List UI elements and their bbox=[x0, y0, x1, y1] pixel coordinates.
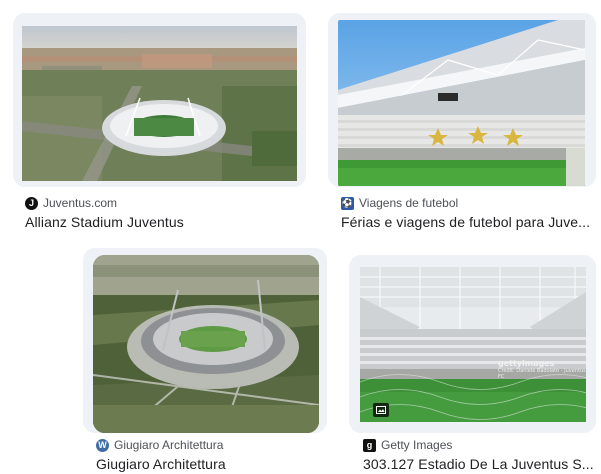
getty-icon: g bbox=[363, 438, 376, 452]
result-source[interactable]: J Juventus.com bbox=[25, 196, 117, 210]
result-thumbnail[interactable] bbox=[93, 255, 319, 433]
result-source[interactable]: ⚽ Viagens de futebol bbox=[341, 196, 458, 210]
result-title[interactable]: Férias e viagens de futebol para Juve... bbox=[341, 214, 596, 230]
source-name: Juventus.com bbox=[43, 196, 118, 210]
result-title[interactable]: Allianz Stadium Juventus bbox=[25, 214, 305, 230]
wordpress-icon: W bbox=[96, 438, 109, 452]
viagens-icon: ⚽ bbox=[341, 196, 354, 210]
result-thumbnail[interactable] bbox=[338, 20, 585, 186]
result-source[interactable]: g Getty Images bbox=[363, 438, 452, 452]
result-thumbnail[interactable] bbox=[22, 26, 297, 181]
result-thumbnail[interactable] bbox=[360, 267, 586, 422]
result-source[interactable]: W Giugiaro Architettura bbox=[96, 438, 223, 452]
source-name: Giugiaro Architettura bbox=[114, 438, 224, 452]
watermark-credit: Credit: Daniele Badolato - Juventus FC bbox=[498, 368, 586, 380]
source-name: Viagens de futebol bbox=[359, 196, 459, 210]
source-name: Getty Images bbox=[381, 438, 453, 452]
juventus-icon: J bbox=[25, 196, 38, 210]
result-title[interactable]: 303.127 Estadio De La Juventus S... bbox=[363, 456, 596, 472]
result-title[interactable]: Giugiaro Architettura bbox=[96, 456, 326, 472]
watermark-brand: gettyimages bbox=[498, 359, 555, 368]
image-badge-icon bbox=[373, 403, 389, 417]
watermark-text: gettyimages Credit: Daniele Badolato - J… bbox=[498, 359, 588, 381]
